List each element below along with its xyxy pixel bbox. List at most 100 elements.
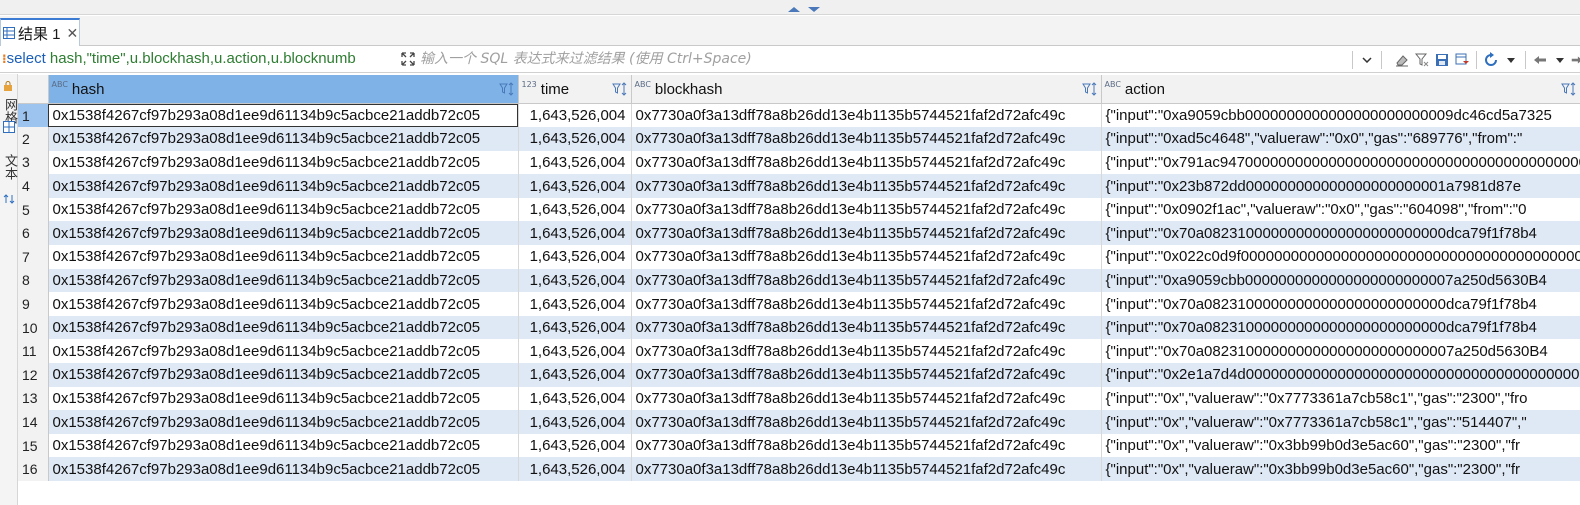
- cell-hash[interactable]: 0x1538f4267cf97b293a08d1ee9d61134b9c5acb…: [48, 221, 519, 246]
- cell-action[interactable]: {"input":"0xad5c4648","valueraw":"0x0","…: [1101, 127, 1580, 151]
- collapse-arrows-icon[interactable]: [784, 4, 824, 14]
- table-row[interactable]: 2 0x1538f4267cf97b293a08d1ee9d61134b9c5ac…: [18, 127, 1580, 151]
- cell-blockhash[interactable]: 0x7730a0f3a13dff78a8b26dd13e4b1135b57445…: [631, 457, 1102, 481]
- cell-time[interactable]: 1,643,526,004: [518, 103, 632, 128]
- row-number[interactable]: 6: [18, 221, 49, 246]
- row-number[interactable]: 3: [18, 150, 49, 175]
- row-number[interactable]: 12: [18, 363, 49, 387]
- view-mode-text-tab[interactable]: 文本: [0, 154, 18, 180]
- cell-action[interactable]: {"input":"0x23b872dd00000000000000000000…: [1101, 174, 1580, 198]
- row-number[interactable]: 5: [18, 197, 49, 222]
- cell-hash[interactable]: 0x1538f4267cf97b293a08d1ee9d61134b9c5acb…: [48, 245, 519, 269]
- table-row[interactable]: 16 0x1538f4267cf97b293a08d1ee9d61134b9c5a…: [18, 457, 1580, 481]
- table-row[interactable]: 10 0x1538f4267cf97b293a08d1ee9d61134b9c5a…: [18, 315, 1580, 340]
- row-number[interactable]: 10: [18, 315, 49, 340]
- row-number-header[interactable]: [18, 75, 49, 104]
- cell-blockhash[interactable]: 0x7730a0f3a13dff78a8b26dd13e4b1135b57445…: [631, 433, 1102, 458]
- cell-blockhash[interactable]: 0x7730a0f3a13dff78a8b26dd13e4b1135b57445…: [631, 150, 1102, 175]
- erase-filter-button[interactable]: [1392, 50, 1412, 70]
- table-row[interactable]: 6 0x1538f4267cf97b293a08d1ee9d61134b9c5ac…: [18, 221, 1580, 246]
- cell-blockhash[interactable]: 0x7730a0f3a13dff78a8b26dd13e4b1135b57445…: [631, 268, 1102, 293]
- row-number[interactable]: 1: [18, 103, 49, 128]
- row-number[interactable]: 8: [18, 268, 49, 293]
- column-header-time[interactable]: 123 time: [518, 75, 632, 104]
- cell-hash[interactable]: 0x1538f4267cf97b293a08d1ee9d61134b9c5acb…: [48, 174, 519, 198]
- filter-input[interactable]: [420, 48, 1344, 70]
- cell-time[interactable]: 1,643,526,004: [518, 245, 632, 269]
- clear-filter-button[interactable]: [1412, 50, 1432, 70]
- cell-blockhash[interactable]: 0x7730a0f3a13dff78a8b26dd13e4b1135b57445…: [631, 410, 1102, 434]
- cell-blockhash[interactable]: 0x7730a0f3a13dff78a8b26dd13e4b1135b57445…: [631, 386, 1102, 411]
- table-row[interactable]: 4 0x1538f4267cf97b293a08d1ee9d61134b9c5ac…: [18, 174, 1580, 198]
- cell-blockhash[interactable]: 0x7730a0f3a13dff78a8b26dd13e4b1135b57445…: [631, 245, 1102, 269]
- expand-icon[interactable]: [400, 51, 416, 67]
- table-row[interactable]: 15 0x1538f4267cf97b293a08d1ee9d61134b9c5a…: [18, 433, 1580, 458]
- cell-hash[interactable]: 0x1538f4267cf97b293a08d1ee9d61134b9c5acb…: [48, 315, 519, 340]
- cell-time[interactable]: 1,643,526,004: [518, 315, 632, 340]
- query-text[interactable]: ⁝select hash,"time",u.blockhash,u.action…: [2, 50, 394, 67]
- cell-time[interactable]: 1,643,526,004: [518, 221, 632, 246]
- filter-settings-button[interactable]: [1452, 50, 1472, 70]
- cell-action[interactable]: {"input":"0x","valueraw":"0x3bb99b0d3e5a…: [1101, 433, 1580, 458]
- cell-action[interactable]: {"input":"0x70a0823100000000000000000000…: [1101, 315, 1580, 340]
- table-row[interactable]: 11 0x1538f4267cf97b293a08d1ee9d61134b9c5a…: [18, 339, 1580, 364]
- tab-results-1[interactable]: 结果 1 ✕: [0, 18, 80, 46]
- table-row[interactable]: 3 0x1538f4267cf97b293a08d1ee9d61134b9c5ac…: [18, 150, 1580, 175]
- sort-filter-icon[interactable]: [1560, 81, 1577, 97]
- cell-action[interactable]: {"input":"0xa9059cbb00000000000000000000…: [1101, 103, 1580, 128]
- cell-hash[interactable]: 0x1538f4267cf97b293a08d1ee9d61134b9c5acb…: [48, 433, 519, 458]
- cell-time[interactable]: 1,643,526,004: [518, 410, 632, 434]
- cell-action[interactable]: {"input":"0x","valueraw":"0x7773361a7cb5…: [1101, 386, 1580, 411]
- cell-blockhash[interactable]: 0x7730a0f3a13dff78a8b26dd13e4b1135b57445…: [631, 339, 1102, 364]
- table-row[interactable]: 12 0x1538f4267cf97b293a08d1ee9d61134b9c5a…: [18, 363, 1580, 387]
- cell-action[interactable]: {"input":"0x70a0823100000000000000000000…: [1101, 339, 1580, 364]
- record-toggle-icon[interactable]: [3, 192, 15, 204]
- panel-splitter[interactable]: [0, 0, 1580, 15]
- cell-time[interactable]: 1,643,526,004: [518, 457, 632, 481]
- cell-blockhash[interactable]: 0x7730a0f3a13dff78a8b26dd13e4b1135b57445…: [631, 127, 1102, 151]
- cell-blockhash[interactable]: 0x7730a0f3a13dff78a8b26dd13e4b1135b57445…: [631, 103, 1102, 128]
- row-number[interactable]: 11: [18, 339, 49, 364]
- table-row[interactable]: 13 0x1538f4267cf97b293a08d1ee9d61134b9c5a…: [18, 386, 1580, 411]
- sort-filter-icon[interactable]: [498, 81, 515, 97]
- cell-time[interactable]: 1,643,526,004: [518, 292, 632, 316]
- cell-action[interactable]: {"input":"0x","valueraw":"0x7773361a7cb5…: [1101, 410, 1580, 434]
- back-dropdown[interactable]: [1550, 50, 1570, 70]
- row-number[interactable]: 7: [18, 245, 49, 269]
- column-header-hash[interactable]: ABC hash: [48, 75, 519, 104]
- refresh-dropdown[interactable]: [1501, 50, 1521, 70]
- row-number[interactable]: 15: [18, 433, 49, 458]
- table-row[interactable]: 8 0x1538f4267cf97b293a08d1ee9d61134b9c5ac…: [18, 268, 1580, 293]
- row-number[interactable]: 13: [18, 386, 49, 411]
- cell-blockhash[interactable]: 0x7730a0f3a13dff78a8b26dd13e4b1135b57445…: [631, 197, 1102, 222]
- cell-hash[interactable]: 0x1538f4267cf97b293a08d1ee9d61134b9c5acb…: [48, 457, 519, 481]
- cell-action[interactable]: {"input":"0x2e1a7d4d00000000000000000000…: [1101, 363, 1580, 387]
- row-number[interactable]: 9: [18, 292, 49, 316]
- cell-hash[interactable]: 0x1538f4267cf97b293a08d1ee9d61134b9c5acb…: [48, 197, 519, 222]
- cell-hash[interactable]: 0x1538f4267cf97b293a08d1ee9d61134b9c5acb…: [48, 386, 519, 411]
- cell-action[interactable]: {"input":"0x0902f1ac","valueraw":"0x0","…: [1101, 197, 1580, 222]
- sort-filter-icon[interactable]: [611, 81, 628, 97]
- cell-hash[interactable]: 0x1538f4267cf97b293a08d1ee9d61134b9c5acb…: [48, 410, 519, 434]
- cell-hash[interactable]: 0x1538f4267cf97b293a08d1ee9d61134b9c5acb…: [48, 292, 519, 316]
- cell-time[interactable]: 1,643,526,004: [518, 433, 632, 458]
- cell-action[interactable]: {"input":"0x791ac94700000000000000000000…: [1101, 150, 1580, 175]
- table-row[interactable]: 1 0x1538f4267cf97b293a08d1ee9d61134b9c5ac…: [18, 103, 1580, 128]
- cell-time[interactable]: 1,643,526,004: [518, 150, 632, 175]
- cell-hash[interactable]: 0x1538f4267cf97b293a08d1ee9d61134b9c5acb…: [48, 339, 519, 364]
- cell-blockhash[interactable]: 0x7730a0f3a13dff78a8b26dd13e4b1135b57445…: [631, 174, 1102, 198]
- cell-hash[interactable]: 0x1538f4267cf97b293a08d1ee9d61134b9c5acb…: [48, 150, 519, 175]
- row-number[interactable]: 4: [18, 174, 49, 198]
- cell-hash[interactable]: 0x1538f4267cf97b293a08d1ee9d61134b9c5acb…: [48, 127, 519, 151]
- save-filter-button[interactable]: [1432, 50, 1452, 70]
- filter-history-dropdown[interactable]: [1357, 50, 1377, 70]
- cell-blockhash[interactable]: 0x7730a0f3a13dff78a8b26dd13e4b1135b57445…: [631, 221, 1102, 246]
- cell-action[interactable]: {"input":"0x70a0823100000000000000000000…: [1101, 221, 1580, 246]
- sort-filter-icon[interactable]: [1081, 81, 1098, 97]
- close-icon[interactable]: ✕: [67, 25, 79, 42]
- cell-hash[interactable]: 0x1538f4267cf97b293a08d1ee9d61134b9c5acb…: [48, 363, 519, 387]
- cell-hash[interactable]: 0x1538f4267cf97b293a08d1ee9d61134b9c5acb…: [48, 103, 519, 128]
- back-button[interactable]: [1530, 50, 1550, 70]
- cell-hash[interactable]: 0x1538f4267cf97b293a08d1ee9d61134b9c5acb…: [48, 268, 519, 293]
- cell-blockhash[interactable]: 0x7730a0f3a13dff78a8b26dd13e4b1135b57445…: [631, 363, 1102, 387]
